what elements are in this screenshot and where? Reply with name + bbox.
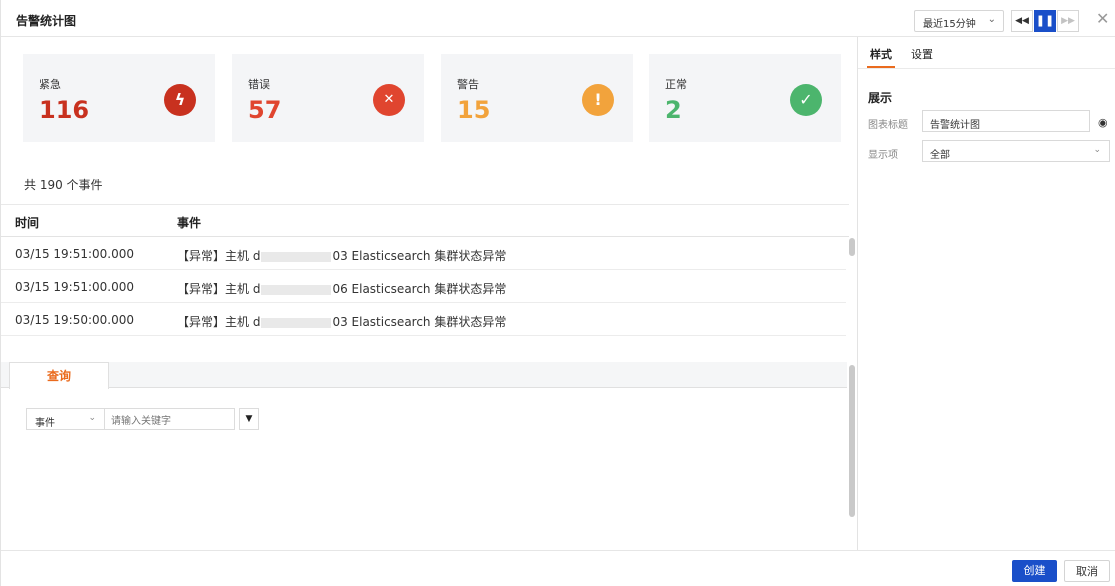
- stat-value: 57: [248, 96, 282, 124]
- row-event: 【异常】主机 d 03 Elasticsearch 集群状态异常: [177, 247, 506, 264]
- stat-card-normal[interactable]: 正常 2 ✓: [649, 54, 841, 142]
- time-range-value: 最近15分钟: [923, 19, 976, 30]
- stat-value: 116: [39, 96, 90, 124]
- table-row-partial: [1, 336, 846, 346]
- panel-divider: [857, 37, 858, 550]
- query-panel: 查询 事件 ⌄ ▼: [1, 362, 847, 548]
- event-count: 共 190 个事件: [24, 178, 103, 192]
- chevron-down-icon: ⌄: [1093, 145, 1101, 155]
- query-tab-bar: 查询: [1, 362, 847, 389]
- display-select[interactable]: 全部 ⌄: [922, 140, 1110, 162]
- redacted-block: [261, 284, 332, 295]
- exclamation-icon: !: [582, 84, 614, 116]
- stat-card-warning[interactable]: 警告 15 !: [441, 54, 633, 142]
- tab-style[interactable]: 样式: [870, 46, 892, 62]
- check-icon: ✓: [790, 84, 822, 116]
- tab-settings[interactable]: 设置: [911, 46, 933, 62]
- filter-icon[interactable]: ▼: [239, 408, 259, 430]
- footer-bar: [1, 550, 1115, 586]
- field-select-value: 事件: [35, 418, 55, 429]
- redacted-block: [261, 251, 332, 262]
- row-event: 【异常】主机 d 03 Elasticsearch 集群状态异常: [177, 313, 506, 330]
- tab-divider: [858, 68, 1115, 69]
- time-range-select[interactable]: 最近15分钟 ⌄: [914, 10, 1004, 32]
- chart-title-label: 图表标题: [868, 120, 908, 131]
- rewind-icon[interactable]: ◀◀: [1011, 10, 1033, 32]
- row-event-prefix: 【异常】主机 d: [177, 315, 261, 329]
- window-title: 告警统计图: [16, 14, 77, 28]
- row-time: 03/15 19:51:00.000: [15, 247, 135, 261]
- lightning-icon: ϟ: [164, 84, 196, 116]
- query-scrollbar[interactable]: [849, 365, 855, 517]
- column-header-event: 事件: [177, 216, 202, 230]
- stat-label: 错误: [248, 78, 270, 91]
- stat-label: 正常: [665, 78, 687, 91]
- stat-label: 警告: [457, 78, 479, 91]
- row-time: 03/15 19:51:00.000: [15, 280, 135, 294]
- table-row[interactable]: 03/15 19:51:00.000 【异常】主机 d 06 Elasticsea…: [1, 270, 846, 303]
- chart-title-input[interactable]: 告警统计图: [922, 110, 1090, 132]
- stat-value: 15: [457, 96, 491, 124]
- top-bar: 告警统计图 最近15分钟 ⌄ ◀◀ ❚❚ ▶▶ ✕: [1, 0, 1115, 37]
- chevron-down-icon: ⌄: [88, 413, 96, 423]
- create-button[interactable]: 创建: [1012, 560, 1057, 582]
- tab-query[interactable]: 查询: [9, 362, 109, 389]
- row-event: 【异常】主机 d 06 Elasticsearch 集群状态异常: [177, 280, 506, 297]
- row-time: 03/15 19:50:00.000: [15, 313, 135, 327]
- redacted-block: [261, 317, 332, 328]
- forward-icon[interactable]: ▶▶: [1057, 10, 1079, 32]
- field-select[interactable]: 事件 ⌄: [26, 408, 105, 430]
- stat-value: 2: [665, 96, 682, 124]
- table-row[interactable]: 03/15 19:51:00.000 【异常】主机 d 03 Elasticsea…: [1, 237, 846, 270]
- x-circle-icon: ✕: [373, 84, 405, 116]
- close-icon[interactable]: ✕: [1096, 9, 1109, 28]
- row-event-prefix: 【异常】主机 d: [177, 249, 261, 263]
- stat-card-error[interactable]: 错误 57 ✕: [232, 54, 424, 142]
- table-row[interactable]: 03/15 19:50:00.000 【异常】主机 d 03 Elasticsea…: [1, 303, 846, 336]
- chevron-down-icon: ⌄: [987, 14, 996, 25]
- cancel-button[interactable]: 取消: [1064, 560, 1110, 582]
- pause-icon[interactable]: ❚❚: [1034, 10, 1056, 32]
- stat-card-critical[interactable]: 紧急 116 ϟ: [23, 54, 215, 142]
- table-scrollbar[interactable]: [849, 238, 855, 256]
- row-event-prefix: 【异常】主机 d: [177, 282, 261, 296]
- alert-chart-editor: 告警统计图 最近15分钟 ⌄ ◀◀ ❚❚ ▶▶ ✕ 紧急 116 ϟ 错误 57…: [0, 0, 1115, 586]
- section-title: 展示: [868, 91, 893, 105]
- stat-label: 紧急: [39, 78, 61, 91]
- display-label: 显示项: [868, 150, 898, 161]
- display-select-value: 全部: [930, 150, 950, 161]
- row-event-suffix: 03 Elasticsearch 集群状态异常: [332, 315, 507, 329]
- row-event-suffix: 06 Elasticsearch 集群状态异常: [332, 282, 507, 296]
- row-event-suffix: 03 Elasticsearch 集群状态异常: [332, 249, 507, 263]
- eye-icon[interactable]: ◉: [1098, 116, 1108, 129]
- keyword-input[interactable]: [104, 408, 235, 430]
- table-header: 时间 事件: [1, 204, 849, 237]
- column-header-time: 时间: [15, 216, 40, 230]
